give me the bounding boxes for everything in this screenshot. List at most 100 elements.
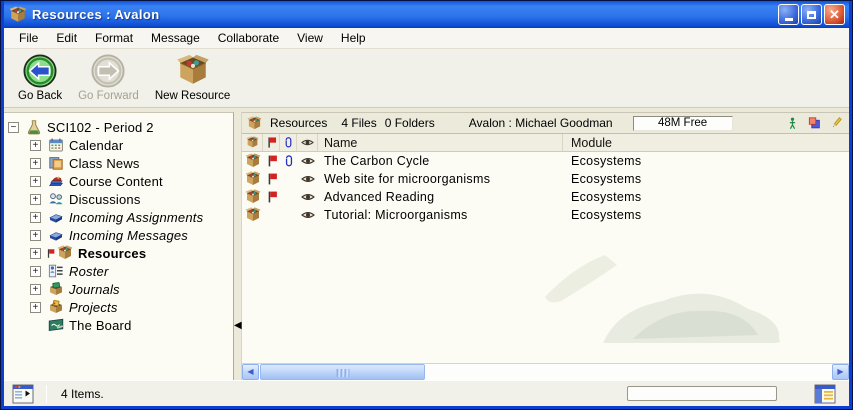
minimize-button[interactable] — [778, 4, 799, 25]
menu-message[interactable]: Message — [142, 29, 209, 47]
tree-item-discussions[interactable]: + Discussions — [8, 190, 231, 208]
menu-format[interactable]: Format — [86, 29, 142, 47]
visible-eye-icon — [301, 190, 315, 204]
scroll-left-button[interactable]: ◀ — [242, 364, 259, 380]
file-row-carbon-cycle[interactable]: The Carbon Cycle Ecosystems — [242, 152, 849, 170]
tree-item-journals[interactable]: + Journals — [8, 280, 231, 298]
file-module: Ecosystems — [563, 188, 849, 206]
column-flag[interactable] — [263, 134, 280, 151]
file-module: Ecosystems — [563, 152, 849, 170]
column-header-row: Name Module — [242, 134, 849, 152]
expand-toggle-icon[interactable]: + — [30, 194, 41, 205]
toggle-tree-panel-icon[interactable] — [12, 384, 34, 404]
file-name[interactable]: Advanced Reading — [318, 188, 563, 206]
status-progress-gauge — [627, 386, 777, 401]
scrollbar-thumb[interactable] — [260, 364, 425, 380]
files-panel: Resources 4 Files 0 Folders Avalon : Mic… — [241, 112, 849, 380]
expand-toggle-icon[interactable]: + — [30, 140, 41, 151]
menu-file[interactable]: File — [10, 29, 47, 47]
go-back-label: Go Back — [18, 90, 62, 102]
edit-pencil-icon[interactable] — [830, 116, 843, 130]
tree-item-projects[interactable]: + Projects — [8, 298, 231, 316]
menu-bar: File Edit Format Message Collaborate Vie… — [4, 28, 849, 49]
tree-item-label: Incoming Assignments — [69, 210, 203, 225]
visible-eye-icon — [301, 208, 315, 222]
tree-item-label: The Board — [69, 318, 132, 333]
thumb-grip-icon — [336, 369, 349, 377]
file-name[interactable]: Web site for microorganisms — [318, 170, 563, 188]
menu-view[interactable]: View — [288, 29, 332, 47]
free-space-label: 48M Free — [658, 117, 707, 129]
attachment-icon — [282, 154, 296, 168]
resources-box-icon — [247, 116, 262, 131]
expand-toggle-icon[interactable]: + — [30, 266, 41, 277]
tree-root-sci102[interactable]: − SCI102 - Period 2 — [8, 118, 231, 136]
file-name[interactable]: Tutorial: Microorganisms — [318, 206, 563, 224]
column-attachment[interactable] — [280, 134, 297, 151]
person-icon[interactable] — [786, 116, 799, 130]
horizontal-scrollbar[interactable]: ◀ ▶ — [242, 363, 849, 380]
column-visibility[interactable] — [297, 134, 318, 151]
resource-box-icon — [245, 171, 261, 187]
column-type[interactable] — [242, 134, 263, 151]
collapse-toggle-icon[interactable]: − — [8, 122, 19, 133]
file-row-web-site[interactable]: Web site for microorganisms Ecosystems — [242, 170, 849, 188]
expand-toggle-icon[interactable]: + — [30, 248, 41, 259]
expand-toggle-icon[interactable]: + — [30, 284, 41, 295]
tree-item-course-content[interactable]: + Course Content — [8, 172, 231, 190]
maximize-icon — [807, 11, 816, 19]
forward-icon — [91, 54, 125, 88]
close-button[interactable]: ✕ — [824, 4, 845, 25]
expand-toggle-icon[interactable]: + — [30, 212, 41, 223]
scroll-right-button[interactable]: ▶ — [832, 364, 849, 380]
expand-toggle-icon[interactable]: + — [30, 230, 41, 241]
go-forward-button[interactable]: Go Forward — [72, 53, 145, 103]
menu-edit[interactable]: Edit — [47, 29, 86, 47]
tree-item-label: Roster — [69, 264, 109, 279]
menu-help[interactable]: Help — [332, 29, 375, 47]
flag-icon — [45, 247, 56, 260]
app-resources-box-icon — [9, 6, 27, 24]
new-resource-button[interactable]: New Resource — [149, 53, 236, 103]
panel-splitter[interactable]: ◀ — [234, 112, 241, 380]
file-row-tutorial[interactable]: Tutorial: Microorganisms Ecosystems — [242, 206, 849, 224]
tree-item-roster[interactable]: + Roster — [8, 262, 231, 280]
items-count-label: 4 Items. — [61, 387, 104, 401]
tree-item-class-news[interactable]: + Class News — [8, 154, 231, 172]
tree-item-label: Resources — [78, 246, 146, 261]
menu-collaborate[interactable]: Collaborate — [209, 29, 288, 47]
tree-item-label: Discussions — [69, 192, 141, 207]
expand-toggle-icon[interactable]: + — [30, 158, 41, 169]
files-count: 4 Files — [341, 116, 376, 130]
layout-panel-icon[interactable] — [813, 384, 837, 404]
file-module: Ecosystems — [563, 170, 849, 188]
flag-column-icon — [265, 136, 278, 149]
course-tree-panel: − SCI102 - Period 2 + Calendar + Class N… — [4, 112, 234, 380]
tree-item-the-board[interactable]: + The Board — [8, 316, 231, 334]
tree-item-calendar[interactable]: + Calendar — [8, 136, 231, 154]
tree-item-resources[interactable]: + Resources — [8, 244, 231, 262]
collapse-panel-icon[interactable]: ◀ — [234, 321, 242, 331]
file-name[interactable]: The Carbon Cycle — [318, 152, 563, 170]
tree-item-incoming-messages[interactable]: + Incoming Messages — [8, 226, 231, 244]
expand-toggle-icon[interactable]: + — [30, 176, 41, 187]
go-back-button[interactable]: Go Back — [12, 53, 68, 103]
expand-toggle-icon[interactable]: + — [30, 302, 41, 313]
file-row-advanced-reading[interactable]: Advanced Reading Ecosystems — [242, 188, 849, 206]
resource-box-icon — [245, 153, 261, 169]
maximize-button[interactable] — [801, 4, 822, 25]
layers-icon[interactable] — [808, 116, 821, 130]
title-bar[interactable]: Resources : Avalon ✕ — [4, 1, 849, 28]
projects-icon — [48, 299, 64, 315]
calendar-icon — [48, 137, 64, 153]
column-module[interactable]: Module — [563, 134, 849, 151]
visible-eye-icon — [301, 172, 315, 186]
visible-eye-icon — [301, 154, 315, 168]
tree-item-label: Class News — [69, 156, 140, 171]
column-name[interactable]: Name — [318, 134, 563, 151]
journals-icon — [48, 281, 64, 297]
tree-root-label: SCI102 - Period 2 — [47, 120, 154, 135]
account-label: Avalon : Michael Goodman — [469, 116, 613, 130]
new-resource-icon — [176, 54, 210, 88]
tree-item-incoming-assignments[interactable]: + Incoming Assignments — [8, 208, 231, 226]
